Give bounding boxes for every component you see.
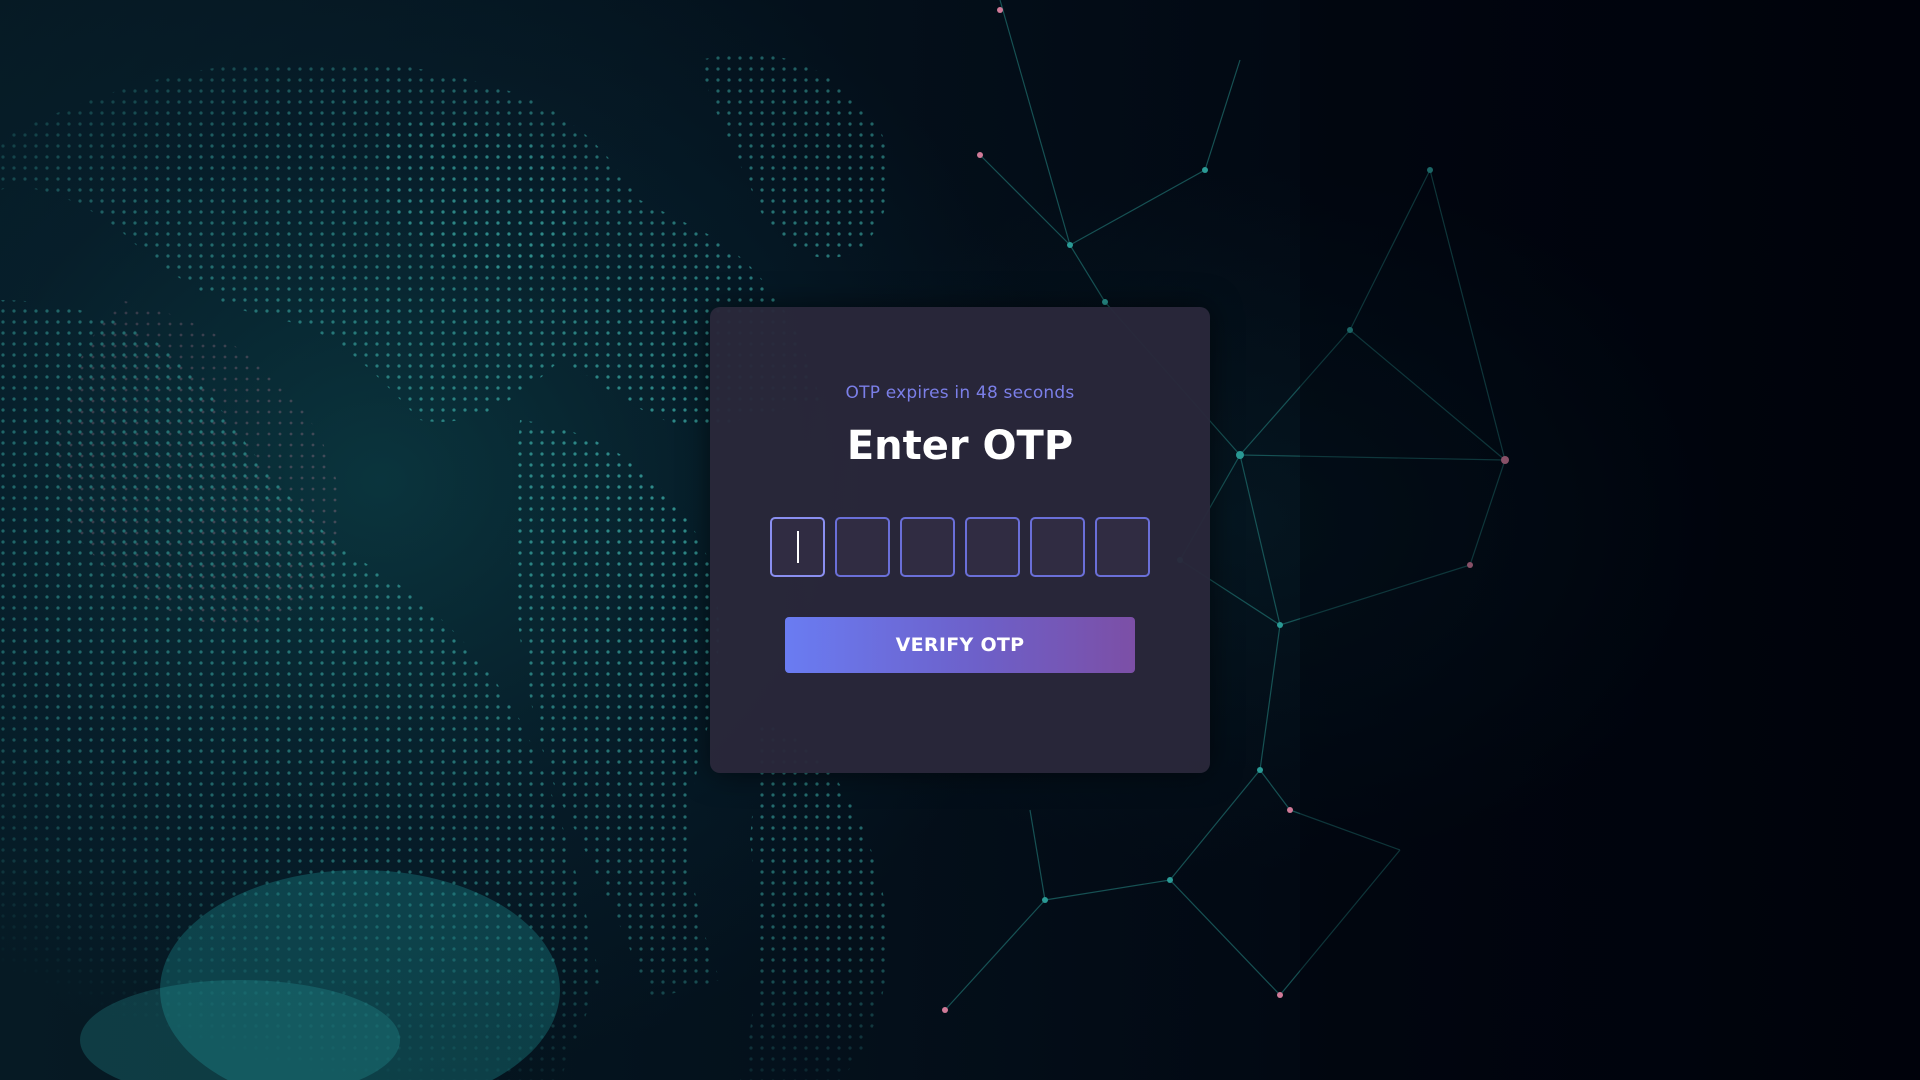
verify-otp-button[interactable]: VERIFY OTP [785,617,1135,673]
otp-digit-6-input[interactable] [1095,517,1150,577]
otp-digit-5-input[interactable] [1030,517,1085,577]
otp-input-group [770,517,1150,577]
page-title: Enter OTP [846,423,1074,469]
otp-digit-3-input[interactable] [900,517,955,577]
login-screen: OTP expires in 48 seconds Enter OTP VERI… [0,0,1920,1080]
text-caret [797,531,799,563]
otp-card: OTP expires in 48 seconds Enter OTP VERI… [710,307,1210,773]
otp-expiry-timer: OTP expires in 48 seconds [845,383,1075,403]
otp-digit-1-input[interactable] [770,517,825,577]
otp-digit-4-input[interactable] [965,517,1020,577]
otp-digit-2-input[interactable] [835,517,890,577]
